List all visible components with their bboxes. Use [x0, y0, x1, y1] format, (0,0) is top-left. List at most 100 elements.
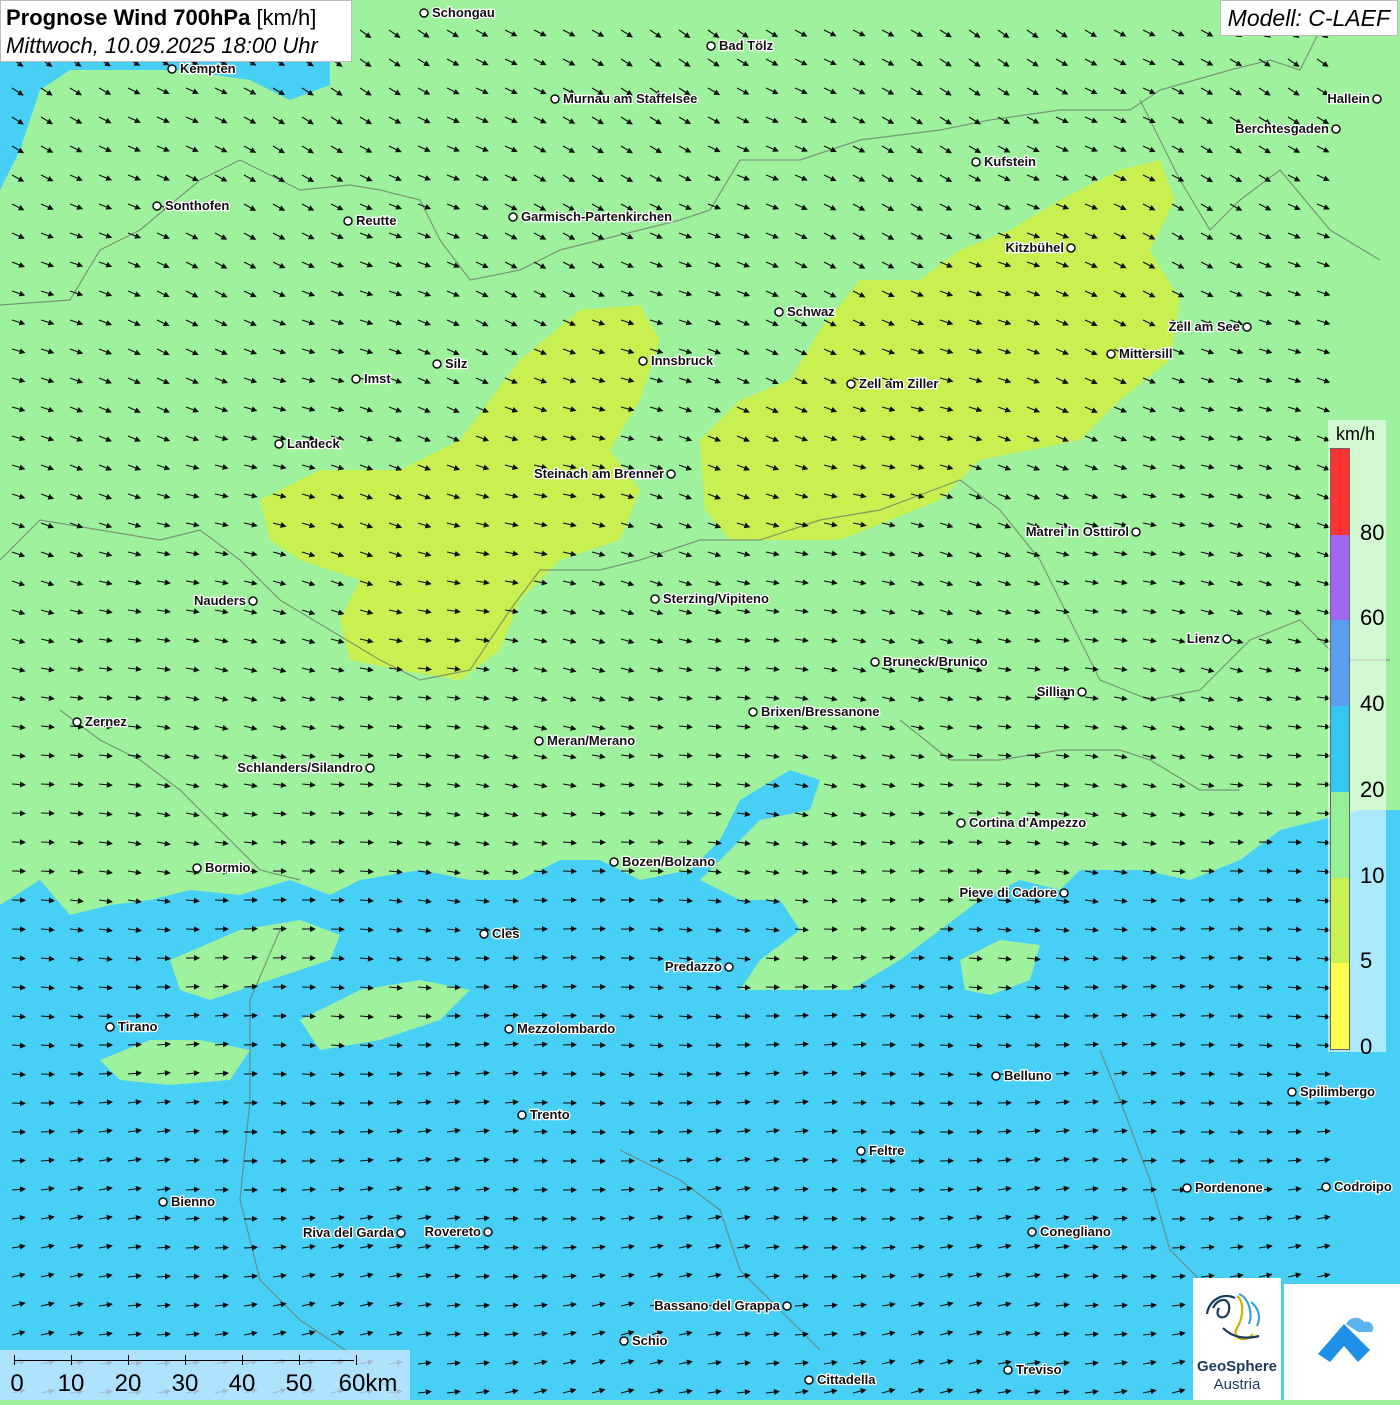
wind-arrow	[1259, 987, 1272, 988]
city-label: Hallein	[1327, 91, 1370, 106]
wind-arrow	[621, 813, 634, 814]
wind-arrow	[273, 842, 286, 843]
wind-arrow	[302, 813, 315, 814]
forecast-datetime: Mittwoch, 10.09.2025 18:00 Uhr	[6, 32, 346, 60]
wind-arrow	[1288, 1074, 1301, 1075]
city-marker: Steinach am Brenner	[534, 466, 675, 481]
wind-arrow	[41, 1074, 54, 1075]
wind-arrow	[1143, 1219, 1156, 1220]
wind-arrow	[795, 1015, 808, 1016]
wind-arrow	[12, 958, 25, 959]
wind-arrow	[621, 1016, 634, 1017]
wind-arrow	[505, 1276, 518, 1277]
wind-arrow	[12, 1074, 25, 1075]
city-dot	[1288, 1088, 1296, 1096]
city-label: Cles	[492, 926, 519, 941]
wind-arrow	[940, 987, 953, 988]
wind-arrow	[534, 1102, 547, 1103]
city-marker: Mezzolombardo	[505, 1021, 615, 1036]
wind-forecast-map[interactable]: SchongauBad TölzKemptenMurnau am Staffel…	[0, 0, 1400, 1400]
city-dot	[1183, 1184, 1191, 1192]
wind-arrow	[853, 1248, 866, 1249]
wind-arrow	[215, 1248, 228, 1249]
city-label: Codroipo	[1334, 1179, 1392, 1194]
city-label: Tirano	[118, 1019, 158, 1034]
city-dot	[992, 1072, 1000, 1080]
city-dot	[725, 963, 733, 971]
cloud-arrow-icon	[1284, 1284, 1400, 1400]
city-dot	[397, 1229, 405, 1237]
city-label: Schio	[632, 1333, 667, 1348]
wind-arrow	[244, 986, 257, 987]
city-label: Murnau am Staffelsee	[563, 91, 697, 106]
wind-arrow	[244, 1015, 257, 1016]
wind-arrow	[592, 842, 605, 843]
scale-label: 30	[172, 1370, 199, 1398]
city-marker: Bozen/Bolzano	[610, 854, 715, 869]
city-label: Kitzbühel	[1006, 240, 1065, 255]
city-dot	[484, 1228, 492, 1236]
city-dot	[275, 440, 283, 448]
city-marker: Murnau am Staffelsee	[551, 91, 697, 106]
city-dot	[639, 357, 647, 365]
geosphere-logo[interactable]: GeoSphere Austria	[1193, 1278, 1281, 1400]
city-dot	[1060, 889, 1068, 897]
city-label: Bozen/Bolzano	[622, 854, 715, 869]
wind-arrow	[1143, 1248, 1156, 1249]
wind-arrow	[853, 1103, 866, 1104]
wind-arrow	[1172, 1073, 1185, 1074]
wind-arrow	[99, 1073, 112, 1074]
legend-swatch	[1331, 963, 1349, 1049]
wind-arrow	[824, 986, 837, 987]
wind-arrow	[215, 1131, 228, 1132]
city-label: Schongau	[432, 5, 495, 20]
scale-tick	[299, 1355, 300, 1365]
color-legend: km/h 806040201050	[1328, 420, 1386, 1052]
wind-arrow	[70, 1045, 83, 1046]
wind-arrow	[244, 1247, 257, 1248]
weather-app-logo[interactable]	[1284, 1284, 1400, 1400]
wind-arrow	[679, 784, 692, 785]
city-label: Schwaz	[787, 304, 835, 319]
city-marker: Pieve di Cadore	[959, 885, 1068, 900]
wind-arrow	[41, 871, 54, 872]
city-dot	[847, 380, 855, 388]
wind-arrow	[1143, 1160, 1156, 1161]
wind-arrow	[331, 929, 344, 930]
wind-arrow	[1143, 1190, 1156, 1191]
wind-arrow	[215, 1102, 228, 1103]
wind-arrow	[1288, 871, 1301, 872]
title-unit: [km/h]	[256, 5, 316, 30]
legend-unit: km/h	[1336, 424, 1375, 445]
wind-arrow	[41, 1131, 54, 1132]
wind-arrow	[998, 813, 1011, 814]
city-marker: Cortina d'Ampezzo	[957, 815, 1086, 830]
city-label: Belluno	[1004, 1068, 1052, 1083]
wind-arrow	[331, 813, 344, 814]
scale-bar: 0102030405060km	[0, 1350, 410, 1400]
wind-arrow	[940, 1103, 953, 1104]
city-marker: Sonthofen	[153, 198, 229, 213]
city-dot	[480, 930, 488, 938]
city-dot	[249, 597, 257, 605]
city-label: Treviso	[1016, 1362, 1062, 1377]
city-label: Silz	[445, 356, 468, 371]
city-dot	[168, 65, 176, 73]
wind-arrow	[389, 1102, 402, 1103]
city-label: Schlanders/Silandro	[237, 760, 363, 775]
city-marker: Matrei in Osttirol	[1026, 524, 1140, 539]
wind-arrow	[563, 871, 576, 872]
wind-arrow	[563, 958, 576, 959]
city-marker: Sterzing/Vipiteno	[651, 591, 769, 606]
city-label: Mezzolombardo	[517, 1021, 615, 1036]
wind-arrow	[1259, 1103, 1272, 1104]
wind-arrow	[505, 1247, 518, 1248]
scale-label: 0	[10, 1370, 23, 1398]
legend-swatch	[1331, 449, 1349, 535]
city-dot	[366, 764, 374, 772]
city-label: Pordenone	[1195, 1180, 1263, 1195]
city-dot	[352, 375, 360, 383]
city-dot	[1132, 528, 1140, 536]
city-dot	[535, 737, 543, 745]
wind-arrow	[534, 1132, 547, 1133]
